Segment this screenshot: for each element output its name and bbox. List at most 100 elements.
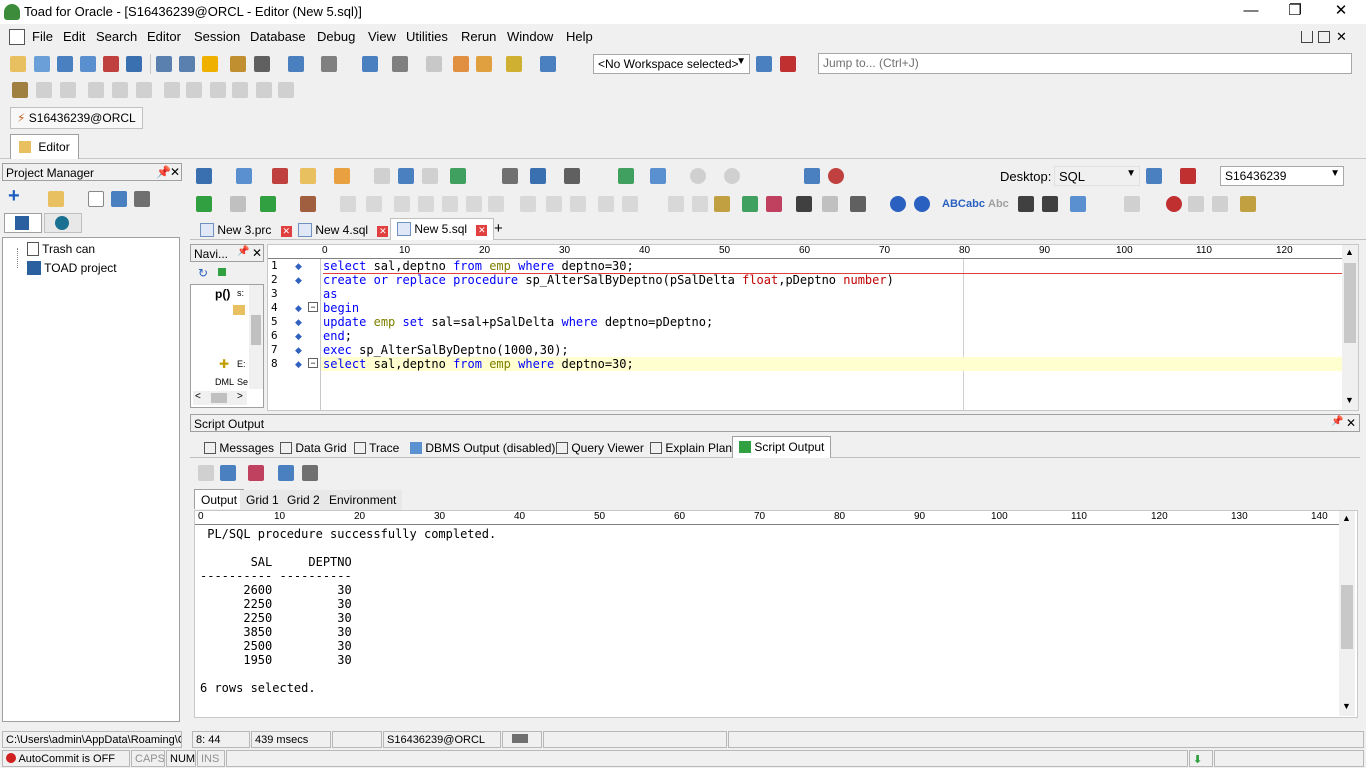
workspace-add-icon[interactable]	[506, 56, 522, 72]
print-icon[interactable]	[502, 168, 518, 184]
close-button[interactable]: ✕	[1318, 0, 1364, 24]
replace-icon[interactable]	[822, 196, 838, 212]
pin-icon[interactable]: 📌	[237, 246, 249, 257]
sql-monitor-icon[interactable]	[804, 168, 820, 184]
output-text-area[interactable]	[194, 510, 1358, 718]
save-output-icon[interactable]	[278, 465, 294, 481]
compare-icon[interactable]	[742, 196, 758, 212]
tree-node[interactable]: p()	[215, 287, 230, 301]
menu-view[interactable]: View	[368, 29, 396, 44]
edit-icon[interactable]	[111, 191, 127, 207]
execute-icon[interactable]	[196, 196, 212, 212]
check-icon[interactable]	[220, 465, 236, 481]
stop-icon[interactable]	[300, 196, 316, 212]
tab-query-viewer[interactable]: Query Viewer	[550, 438, 650, 458]
close-tab-icon[interactable]: ✕	[377, 226, 389, 237]
subtab-environment[interactable]: Environment	[323, 490, 403, 510]
save-as-icon[interactable]	[398, 168, 414, 184]
capitalize-button[interactable]: Abc	[988, 198, 1009, 210]
minimize-button[interactable]: —	[1228, 0, 1274, 24]
status-autocommit[interactable]: AutoCommit is OFF	[2, 750, 130, 767]
panel-icon[interactable]	[288, 56, 304, 72]
tree-item-trash[interactable]: Trash can	[27, 242, 95, 256]
sort-icon[interactable]	[850, 196, 866, 212]
fold-icon[interactable]: −	[308, 302, 318, 312]
navigator-h-scrollbar[interactable]: < >	[193, 391, 247, 405]
tree-node[interactable]: DML	[215, 377, 234, 387]
grid-icon[interactable]	[126, 56, 142, 72]
clear-output-icon[interactable]	[248, 465, 264, 481]
mdi-restore-button[interactable]	[1318, 31, 1330, 43]
recent-files-icon[interactable]	[334, 168, 350, 184]
undo-icon[interactable]	[890, 196, 906, 212]
gear-icon[interactable]	[321, 56, 337, 72]
pin-icon[interactable]: 📌	[156, 165, 171, 179]
close-icon[interactable]: ✕	[252, 246, 262, 260]
uppercase-button[interactable]: ABC	[942, 198, 966, 210]
desktop-settings-icon[interactable]	[1146, 168, 1162, 184]
tab-trace[interactable]: Trace	[348, 438, 405, 458]
desktop-select[interactable]: SQL ▼	[1054, 166, 1140, 186]
add-icon[interactable]: +	[8, 185, 20, 208]
fold-icon[interactable]: −	[308, 358, 318, 368]
subtab-output[interactable]: Output	[194, 489, 245, 509]
clear-all-icon[interactable]	[766, 196, 782, 212]
desktop-delete-icon[interactable]	[1180, 168, 1196, 184]
menu-session[interactable]: Session	[194, 29, 240, 44]
menu-help[interactable]: Help	[566, 29, 593, 44]
tab-explain-plan[interactable]: Explain Plan	[644, 438, 738, 458]
subtab-grid2[interactable]: Grid 2	[281, 490, 326, 510]
schema-select[interactable]: S16436239 ▼	[1220, 166, 1344, 186]
mdi-close-button[interactable]: ✕	[1336, 29, 1347, 45]
filter-icon[interactable]	[218, 268, 226, 276]
tree-node[interactable]: Se	[237, 377, 248, 387]
object-icon[interactable]	[57, 56, 73, 72]
file-tab-new5[interactable]: New 5.sql ✕	[390, 218, 495, 240]
menu-window[interactable]: Window	[507, 29, 553, 44]
navigator-v-scrollbar[interactable]	[249, 285, 263, 389]
print-icon[interactable]	[134, 191, 150, 207]
menu-search[interactable]: Search	[96, 29, 137, 44]
sql-file-icon[interactable]	[236, 168, 252, 184]
menu-rerun[interactable]: Rerun	[461, 29, 496, 44]
restore-button[interactable]: ❐	[1272, 0, 1318, 24]
menu-utilities[interactable]: Utilities	[406, 29, 448, 44]
pin-icon[interactable]: 📌	[1331, 416, 1343, 427]
close-tab-icon[interactable]: ✕	[280, 226, 292, 237]
jump-to-input[interactable]: Jump to... (Ctrl+J)	[818, 53, 1352, 74]
menu-edit[interactable]: Edit	[63, 29, 85, 44]
arrow-icon[interactable]	[426, 56, 442, 72]
mdi-minimize-button[interactable]	[1301, 31, 1313, 43]
format-icon[interactable]	[564, 168, 580, 184]
clear-icon[interactable]	[272, 168, 288, 184]
import-icon[interactable]	[476, 56, 492, 72]
print-output-icon[interactable]	[302, 465, 318, 481]
file-tab-new4[interactable]: New 4.sql ✕	[292, 220, 394, 240]
outdent-icon[interactable]	[1042, 196, 1058, 212]
close-icon[interactable]: ✕	[170, 165, 180, 179]
workspace-select[interactable]: <No Workspace selected> ▼	[593, 54, 750, 74]
window2-icon[interactable]	[179, 56, 195, 72]
sql-tool-icon[interactable]	[530, 168, 546, 184]
menu-debug[interactable]: Debug	[317, 29, 355, 44]
binoculars-icon[interactable]	[254, 56, 270, 72]
workspace-settings-icon[interactable]	[756, 56, 772, 72]
open-file-icon[interactable]	[300, 168, 316, 184]
record-icon[interactable]	[1166, 196, 1182, 212]
execute-step-icon[interactable]	[230, 196, 246, 212]
tree-node[interactable]: s:	[237, 288, 244, 298]
folder-open-icon[interactable]	[48, 191, 64, 207]
tree-node[interactable]: E:	[237, 359, 246, 369]
tab-dbms-output[interactable]: DBMS Output (disabled)	[404, 438, 561, 458]
close-tab-icon[interactable]: ✕	[476, 225, 488, 236]
window-icon[interactable]	[156, 56, 172, 72]
code-template-icon[interactable]	[1240, 196, 1256, 212]
close-icon[interactable]: ✕	[1346, 416, 1356, 430]
subtab-grid1[interactable]: Grid 1	[240, 490, 285, 510]
grid-tool-icon[interactable]	[618, 168, 634, 184]
tab-script-output[interactable]: Script Output	[732, 436, 832, 458]
new-editor-icon[interactable]	[10, 56, 26, 72]
menu-file[interactable]: File	[32, 29, 53, 44]
project-tab[interactable]	[4, 213, 42, 233]
lightning-icon[interactable]	[202, 56, 218, 72]
